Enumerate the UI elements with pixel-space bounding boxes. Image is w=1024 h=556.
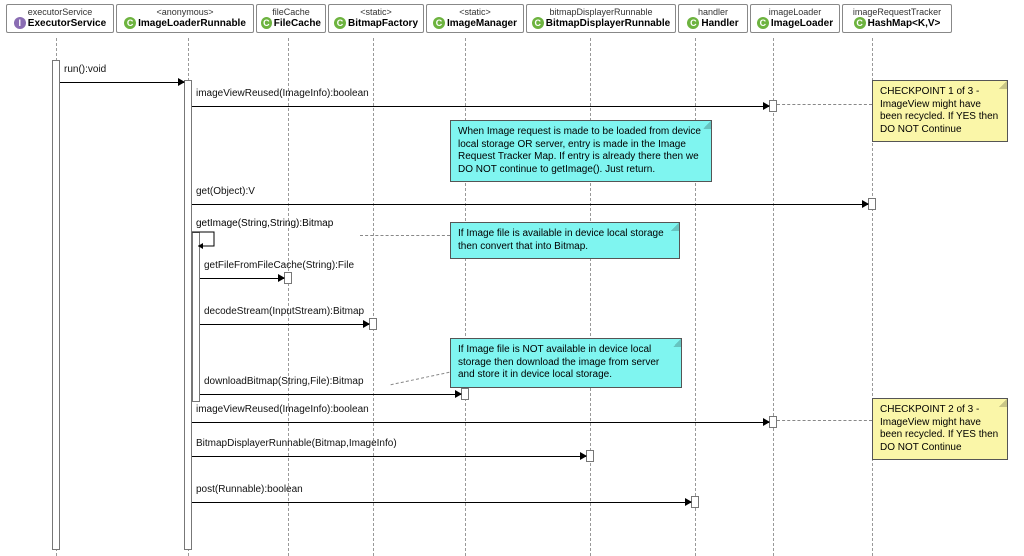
- participant-label: ImageLoader: [771, 18, 833, 29]
- lifeline: [373, 38, 374, 556]
- note-connector: [360, 235, 450, 236]
- msg-run: run():void: [60, 76, 184, 90]
- participant-handler: handler CHandler: [678, 4, 748, 33]
- participant-executorService: executorService IExecutorService: [6, 4, 114, 33]
- participant-label: HashMap<K,V>: [868, 18, 941, 29]
- participant-label: BitmapFactory: [348, 18, 418, 29]
- activation-bar: [691, 496, 699, 508]
- note-checkpoint-1: CHECKPOINT 1 of 3 - ImageView might have…: [872, 80, 1008, 142]
- lifeline: [773, 38, 774, 556]
- activation-bar: [461, 388, 469, 400]
- msg-bitmapDisplayerRunnable: BitmapDisplayerRunnable(Bitmap,ImageInfo…: [192, 450, 586, 464]
- note-checkpoint-2: CHECKPOINT 2 of 3 - ImageView might have…: [872, 398, 1008, 460]
- participant-fileCache: fileCache CFileCache: [256, 4, 326, 33]
- activation-bar: [192, 232, 200, 402]
- class-icon: C: [124, 17, 136, 29]
- participant-label: FileCache: [274, 18, 321, 29]
- msg-decodeStream: decodeStream(InputStream):Bitmap: [200, 318, 369, 332]
- participant-imageRequestTracker: imageRequestTracker CHashMap<K,V>: [842, 4, 952, 33]
- msg-getFileFromFileCache: getFileFromFileCache(String):File: [200, 272, 284, 286]
- class-icon: C: [334, 17, 346, 29]
- activation-bar: [184, 80, 192, 550]
- activation-bar: [769, 416, 777, 428]
- activation-bar: [52, 60, 60, 550]
- lifeline: [465, 38, 466, 556]
- msg-imageViewReused-1: imageViewReused(ImageInfo):boolean: [192, 100, 769, 114]
- note-connector: [777, 420, 872, 421]
- participant-imageLoader: imageLoader CImageLoader: [750, 4, 840, 33]
- class-icon: C: [757, 17, 769, 29]
- msg-post: post(Runnable):boolean: [192, 496, 691, 510]
- note-request-tracker: When Image request is made to be loaded …: [450, 120, 712, 182]
- class-icon: C: [261, 17, 272, 29]
- class-icon: C: [433, 17, 445, 29]
- class-icon: C: [854, 17, 866, 29]
- participant-imageManager: <static> CImageManager: [426, 4, 524, 33]
- participant-label: ExecutorService: [28, 18, 106, 29]
- lifeline: [590, 38, 591, 556]
- note-connector: [391, 372, 450, 385]
- note-connector: [777, 104, 872, 105]
- class-icon: C: [687, 17, 699, 29]
- activation-bar: [586, 450, 594, 462]
- participant-label: ImageManager: [447, 18, 517, 29]
- participant-bitmapDisplayerRunnable: bitmapDisplayerRunnable CBitmapDisplayer…: [526, 4, 676, 33]
- msg-get: get(Object):V: [192, 198, 868, 212]
- participant-label: ImageLoaderRunnable: [138, 18, 246, 29]
- interface-icon: I: [14, 17, 26, 29]
- participant-label: Handler: [701, 18, 738, 29]
- msg-imageViewReused-2: imageViewReused(ImageInfo):boolean: [192, 416, 769, 430]
- activation-bar: [868, 198, 876, 210]
- note-local-storage: If Image file is available in device loc…: [450, 222, 680, 259]
- participant-label: BitmapDisplayerRunnable: [546, 18, 670, 29]
- lifeline: [288, 38, 289, 556]
- lifeline: [695, 38, 696, 556]
- activation-bar: [284, 272, 292, 284]
- msg-getImage-self: getImage(String,String):Bitmap: [192, 230, 222, 248]
- note-download: If Image file is NOT available in device…: [450, 338, 682, 388]
- class-icon: C: [532, 17, 544, 29]
- msg-downloadBitmap: downloadBitmap(String,File):Bitmap: [200, 388, 461, 402]
- activation-bar: [369, 318, 377, 330]
- activation-bar: [769, 100, 777, 112]
- participant-bitmapFactory: <static> CBitmapFactory: [328, 4, 424, 33]
- participant-anon: <anonymous> CImageLoaderRunnable: [116, 4, 254, 33]
- participants-row: executorService IExecutorService <anonym…: [6, 4, 952, 33]
